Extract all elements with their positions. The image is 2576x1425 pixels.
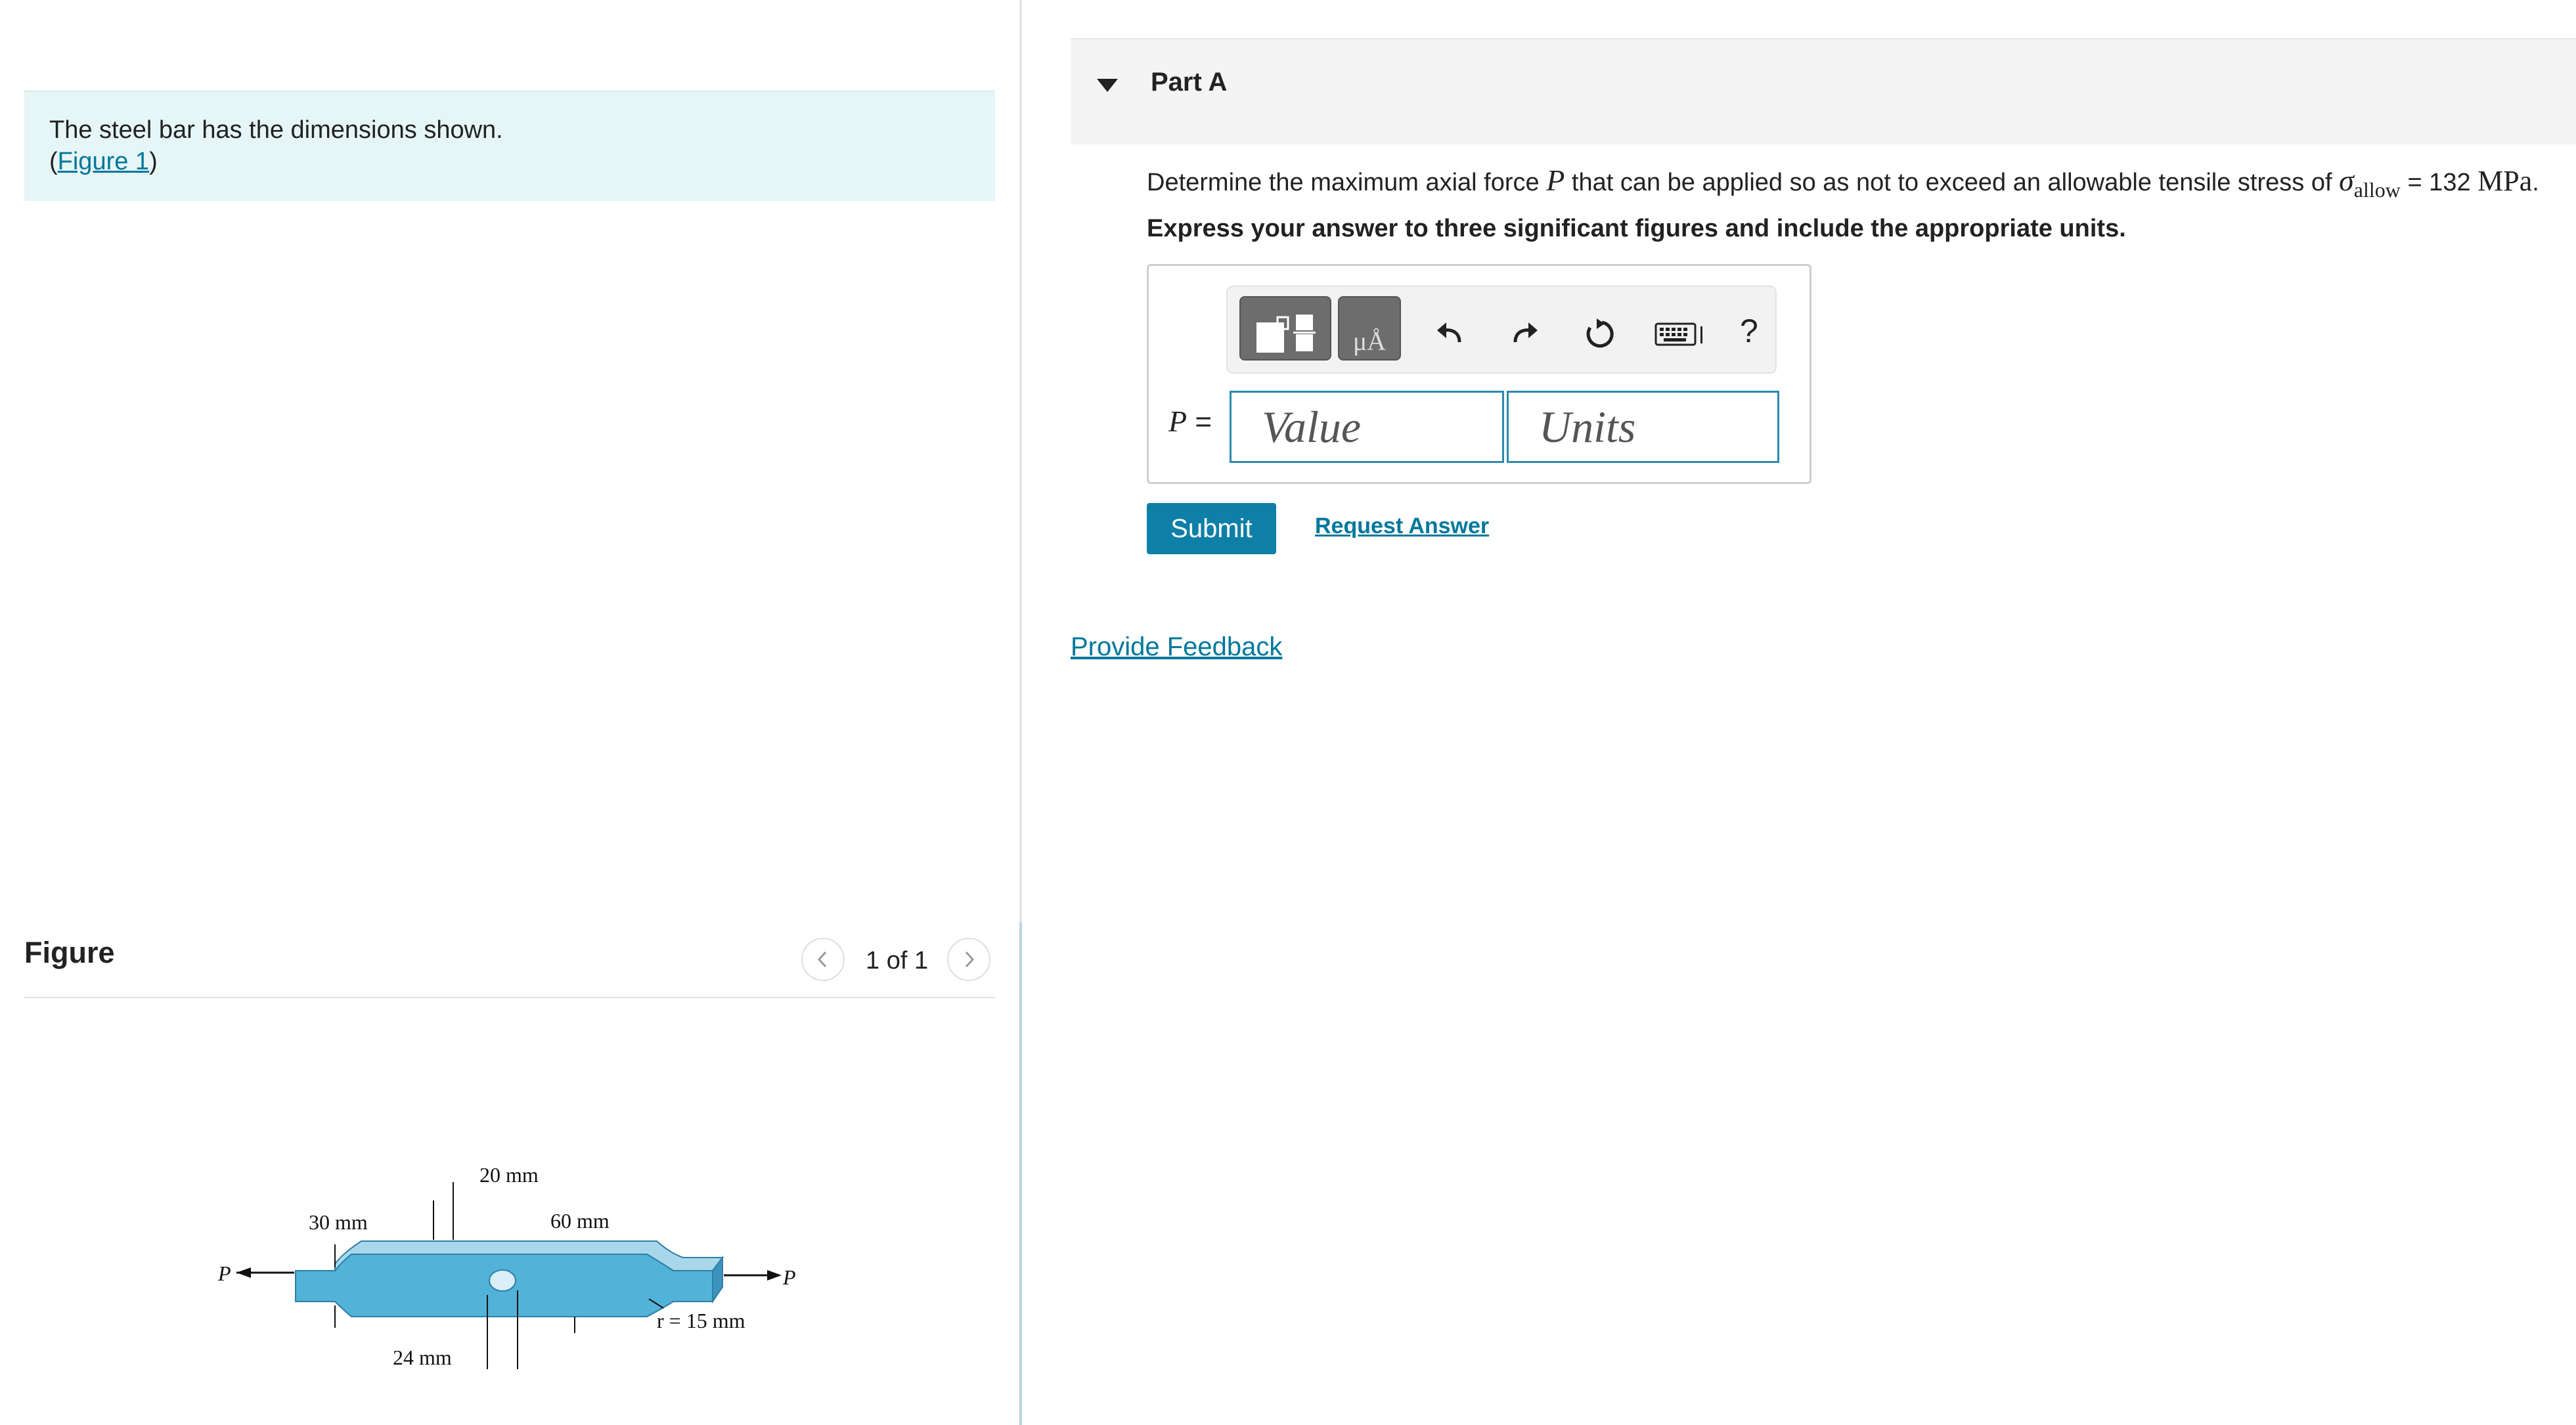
question-prefix: Determine the maximum axial force: [1147, 169, 1540, 196]
value-input[interactable]: [1230, 391, 1504, 463]
next-figure-button[interactable]: [947, 938, 990, 981]
answer-variable-label: P =: [1168, 404, 1212, 439]
dim-label-24: 24 mm: [393, 1346, 452, 1369]
force-label-left: P: [217, 1261, 231, 1285]
provide-feedback-link[interactable]: Provide Feedback: [1071, 632, 1282, 662]
prev-figure-button[interactable]: [801, 938, 845, 981]
units-button[interactable]: μÅ: [1338, 296, 1401, 361]
request-answer-link[interactable]: Request Answer: [1315, 514, 1489, 539]
undo-icon[interactable]: [1434, 318, 1465, 349]
part-title: Part A: [1151, 68, 1228, 97]
templates-button[interactable]: [1239, 296, 1331, 361]
figure-link-open: (: [49, 148, 58, 175]
arrowhead-right-icon: [767, 1270, 782, 1281]
reset-icon[interactable]: [1582, 317, 1616, 351]
answer-eq: =: [1195, 406, 1212, 438]
bar-hole: [489, 1269, 516, 1292]
figure-link[interactable]: Figure 1: [58, 148, 149, 175]
figure-pager: 1 of 1: [866, 947, 929, 975]
figure-link-line: (Figure 1): [49, 146, 970, 177]
sigma-symbol: σ: [2339, 164, 2354, 197]
problem-intro: The steel bar has the dimensions shown. …: [24, 91, 995, 201]
period: .: [2532, 169, 2539, 196]
part-a-header[interactable]: Part A: [1071, 38, 2576, 144]
steel-bar-figure: 20 mm 30 mm 60 mm 24 mm r = 15 mm P P: [217, 1163, 796, 1369]
answer-instruction: Express your answer to three significant…: [1147, 215, 2126, 242]
help-button[interactable]: ?: [1740, 312, 1758, 350]
chevron-right-icon: [965, 951, 975, 968]
caret-down-icon[interactable]: [1097, 79, 1118, 92]
dim-label-60: 60 mm: [550, 1209, 610, 1233]
dim-label-r15: r = 15 mm: [657, 1309, 745, 1332]
panel-divider-accent: [1019, 923, 1022, 1425]
templates-icon: [1256, 315, 1316, 353]
answer-var: P: [1168, 405, 1188, 438]
dim-label-30: 30 mm: [309, 1210, 368, 1234]
arrowhead-left-icon: [236, 1267, 251, 1278]
answer-box: μÅ ? P =: [1147, 264, 1811, 484]
sigma-subscript: allow: [2353, 178, 2401, 202]
keyboard-icon[interactable]: [1654, 321, 1707, 347]
figure-divider: [24, 997, 995, 998]
question-text: Determine the maximum axial force P that…: [1147, 163, 2539, 202]
figure-title: Figure: [24, 936, 115, 969]
units-button-text: μÅ: [1352, 326, 1387, 356]
force-label-right: P: [782, 1265, 796, 1289]
intro-text: The steel bar has the dimensions shown.: [49, 116, 503, 144]
question-var: P: [1546, 164, 1565, 197]
math-toolbar: μÅ ?: [1226, 286, 1777, 374]
figure-link-close: ): [149, 148, 158, 175]
stress-units: MPa: [2477, 165, 2533, 197]
chevron-left-icon: [817, 951, 827, 968]
left-panel: The steel bar has the dimensions shown. …: [0, 0, 1019, 1425]
units-input[interactable]: [1507, 391, 1779, 463]
stress-value: = 132: [2407, 169, 2471, 196]
redo-icon[interactable]: [1510, 318, 1540, 349]
question-mid: that can be applied so as not to exceed …: [1571, 169, 2332, 196]
dim-label-20: 20 mm: [479, 1163, 539, 1187]
submit-button[interactable]: Submit: [1147, 503, 1276, 554]
